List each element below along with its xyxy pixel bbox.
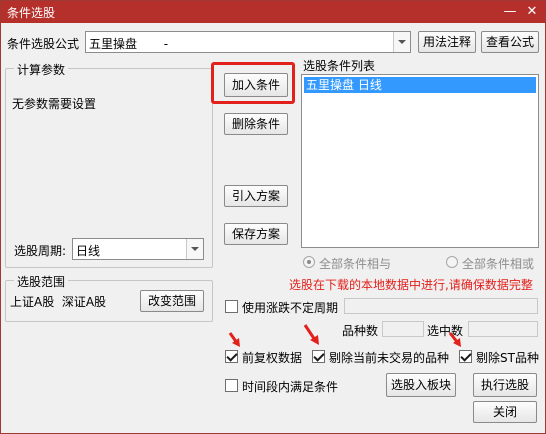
exclude-st-label: 剔除ST品种 [476,351,539,365]
chevron-down-icon[interactable] [393,32,410,52]
limit-period-checkbox[interactable] [225,300,238,313]
params-message: 无参数需要设置 [12,97,97,111]
range-legend: 选股范围 [14,273,69,290]
add-to-block-button[interactable]: 选股入板块 [386,373,456,397]
period-select-value: 日线 [76,244,101,258]
time-range-checkbox[interactable] [225,379,238,392]
exclude-untraded-checkbox[interactable] [312,350,325,363]
condition-list-item[interactable]: 五里操盘 日线 [304,77,536,93]
condition-list[interactable]: 五里操盘 日线 [301,74,539,248]
limit-period-field[interactable] [344,298,538,314]
annotation-arrow-icon [448,332,461,347]
params-legend: 计算参数 [14,61,69,78]
minimize-button[interactable]: — [501,3,519,20]
exclude-untraded-label: 剔除当前未交易的品种 [329,351,450,365]
formula-label: 条件选股公式 [7,37,80,51]
params-group: 计算参数 无参数需要设置 选股周期: 日线 [5,61,213,268]
stock-count-field [382,321,424,337]
time-range-label: 时间段内满足条件 [242,380,339,394]
add-condition-button[interactable]: 加入条件 [224,73,288,97]
annotation-arrow-icon [228,332,240,347]
usage-notes-button[interactable]: 用法注释 [418,31,476,53]
formula-select-value: 五里操盘 - [89,37,169,51]
change-range-button[interactable]: 改变范围 [140,290,204,312]
period-label: 选股周期: [14,244,67,258]
close-button[interactable]: 关闭 [473,401,537,423]
limit-period-label: 使用涨跌不定周期 [242,301,339,315]
close-window-button[interactable]: ✕ [523,3,541,20]
view-formula-button[interactable]: 查看公式 [481,31,539,53]
formula-select[interactable]: 五里操盘 - [85,31,411,53]
pre-adjust-label: 前复权数据 [242,351,303,365]
stock-count-label: 品种数 [342,324,379,338]
range-value: 上证A股 深证A股 [10,295,107,309]
period-select[interactable]: 日线 [72,238,204,260]
execute-pick-button[interactable]: 执行选股 [473,373,537,397]
or-radio[interactable] [446,256,458,268]
title-bar: 条件选股 — ✕ [1,1,545,23]
save-scheme-button[interactable]: 保存方案 [224,223,288,245]
or-radio-label: 全部条件相或 [462,257,535,271]
exclude-st-checkbox[interactable] [459,350,472,363]
selected-count-field [468,321,538,337]
condition-list-label: 选股条件列表 [303,59,376,73]
window-title: 条件选股 [7,6,56,20]
and-radio-label: 全部条件相与 [319,257,392,271]
chevron-down-icon[interactable] [186,239,203,259]
annotation-arrow-icon [303,324,319,345]
and-radio[interactable] [303,256,315,268]
data-notice: 选股在下载的本地数据中进行,请确保数据完整 [289,278,533,292]
import-scheme-button[interactable]: 引入方案 [224,185,288,207]
condition-stock-picker-dialog: 条件选股 — ✕ 条件选股公式 五里操盘 - 用法注释 查看公式 计算参数 无参… [0,0,546,434]
delete-condition-button[interactable]: 删除条件 [224,113,288,135]
pre-adjust-checkbox[interactable] [225,350,238,363]
